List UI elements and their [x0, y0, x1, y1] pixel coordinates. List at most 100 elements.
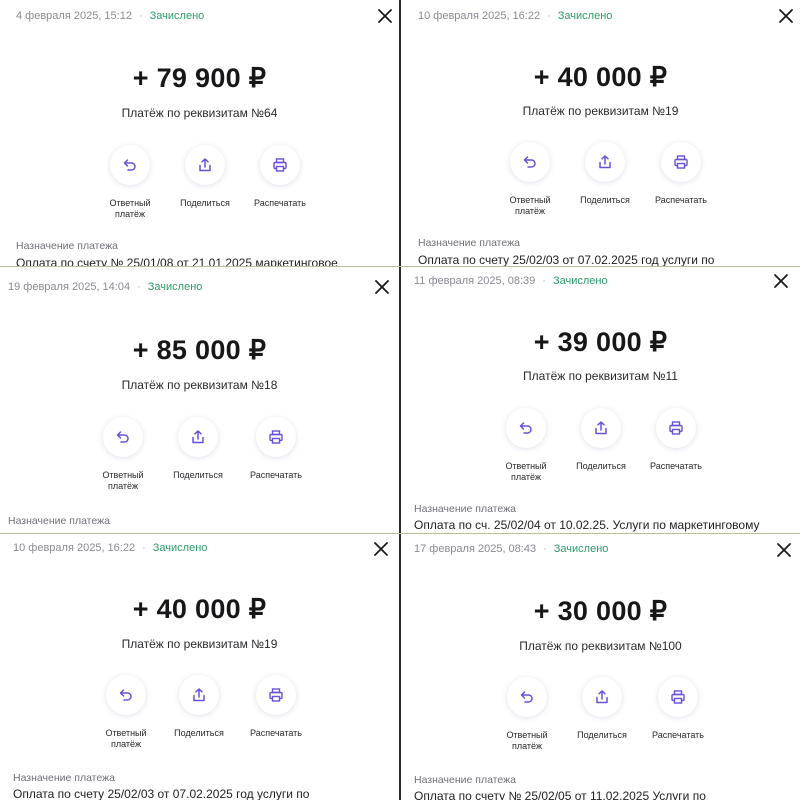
payment-subtitle: Платёж по реквизитам №18 [121, 378, 278, 392]
reply-payment-button[interactable]: Ответный платёж [495, 142, 565, 217]
purpose-label: Назначение платежа [414, 774, 516, 786]
share-icon [582, 677, 622, 717]
payment-subtitle: Платёж по реквизитам №64 [121, 106, 278, 120]
separator-dot: · [542, 275, 546, 287]
share-button-label: Поделиться [180, 198, 230, 208]
close-button[interactable] [775, 541, 793, 559]
purpose-text: Оплата по счету № 25/02/05 от 11.02.2025… [414, 789, 706, 800]
panel-divider-horizontal [0, 533, 800, 534]
separator-dot: · [547, 10, 551, 22]
share-button[interactable]: Поделиться [566, 408, 636, 472]
share-button[interactable]: Поделиться [567, 677, 637, 741]
reply-arrow-icon [110, 145, 150, 185]
reply-arrow-icon [506, 408, 546, 448]
print-button[interactable]: Распечатать [641, 408, 711, 472]
printer-icon [260, 145, 300, 185]
print-button-label: Распечатать [250, 728, 302, 738]
payment-card: 19 февраля 2025, 14:04 · Зачислено + 85 000… [0, 267, 399, 533]
purpose-text: Оплата по счету 25/02/03 от 07.02.2025 г… [418, 253, 715, 266]
printer-icon [658, 677, 698, 717]
share-button[interactable]: Поделиться [170, 145, 240, 209]
share-icon [179, 675, 219, 715]
status-badge: Зачислено [553, 543, 609, 555]
reply-arrow-icon [507, 677, 547, 717]
share-button-label: Поделиться [580, 195, 630, 205]
reply-payment-button-label: Ответный платёж [509, 195, 551, 216]
date-status-row: 19 февраля 2025, 14:04 · Зачислено [8, 281, 202, 293]
reply-payment-button[interactable]: Ответный платёж [492, 677, 562, 752]
payment-card: 17 февраля 2025, 08:43 · Зачислено + 30 000… [401, 534, 800, 800]
purpose-label: Назначение платежа [414, 503, 516, 515]
close-icon [772, 272, 790, 290]
reply-arrow-icon [510, 142, 550, 182]
payment-subtitle: Платёж по реквизитам №11 [523, 369, 678, 383]
share-icon [185, 145, 225, 185]
purpose-text: Оплата по счету № 25/01/08 от 21.01.2025… [16, 256, 338, 266]
close-button[interactable] [372, 540, 390, 558]
print-button-label: Распечатать [655, 195, 707, 205]
print-button[interactable]: Распечатать [646, 142, 716, 206]
print-button[interactable]: Распечатать [241, 417, 311, 481]
print-button[interactable]: Распечатать [643, 677, 713, 741]
reply-payment-button-label: Ответный платёж [102, 470, 144, 491]
separator-dot: · [543, 543, 547, 555]
status-badge: Зачислено [149, 10, 205, 22]
status-badge: Зачислено [552, 275, 608, 287]
share-icon [581, 408, 621, 448]
date-status-row: 11 февраля 2025, 08:39 · Зачислено [414, 275, 608, 287]
reply-payment-button[interactable]: Ответный платёж [91, 675, 161, 750]
payment-card: 10 февраля 2025, 16:22 · Зачислено + 40 000… [0, 534, 399, 800]
payment-date: 11 февраля 2025, 08:39 [414, 275, 536, 287]
payment-amount: + 40 000 ₽ [533, 62, 668, 92]
reply-payment-button[interactable]: Ответный платёж [491, 408, 561, 483]
date-status-row: 17 февраля 2025, 08:43 · Зачислено [414, 543, 608, 555]
close-button[interactable] [772, 272, 790, 290]
payment-date: 4 февраля 2025, 15:12 [16, 10, 132, 22]
share-button-label: Поделиться [576, 461, 626, 471]
printer-icon [256, 417, 296, 457]
status-badge: Зачислено [147, 281, 203, 293]
status-badge: Зачислено [152, 542, 208, 554]
status-badge: Зачислено [557, 10, 613, 22]
payment-card: 10 февраля 2025, 16:22 · Зачислено + 40 000… [401, 0, 800, 266]
close-icon [376, 7, 394, 25]
date-status-row: 10 февраля 2025, 16:22 · Зачислено [13, 542, 207, 554]
print-button-label: Распечатать [254, 198, 306, 208]
payment-card: 11 февраля 2025, 08:39 · Зачислено + 39 000… [401, 267, 800, 533]
payment-amount: + 79 900 ₽ [132, 63, 267, 93]
close-button[interactable] [376, 7, 394, 25]
reply-payment-button[interactable]: Ответный платёж [95, 145, 165, 220]
reply-payment-button-label: Ответный платёж [505, 461, 547, 482]
reply-payment-button[interactable]: Ответный платёж [88, 417, 158, 492]
purpose-text: Оплата по счету 25/02/03 от 07.02.2025 г… [13, 787, 310, 800]
date-status-row: 10 февраля 2025, 16:22 · Зачислено [418, 10, 612, 22]
share-icon [585, 142, 625, 182]
payment-amount: + 40 000 ₽ [132, 594, 267, 624]
purpose-text: Оплата по сч. 25/02/04 от 10.02.25. Услу… [414, 518, 760, 532]
share-button[interactable]: Поделиться [164, 675, 234, 739]
print-button[interactable]: Распечатать [245, 145, 315, 209]
payment-subtitle: Платёж по реквизитам №19 [121, 637, 278, 651]
share-button[interactable]: Поделиться [570, 142, 640, 206]
print-button[interactable]: Распечатать [241, 675, 311, 739]
close-button[interactable] [777, 7, 795, 25]
date-status-row: 4 февраля 2025, 15:12 · Зачислено [16, 10, 204, 22]
printer-icon [656, 408, 696, 448]
share-icon [178, 417, 218, 457]
payment-date: 19 февраля 2025, 14:04 [8, 281, 131, 293]
payment-amount: + 30 000 ₽ [533, 596, 668, 626]
close-icon [372, 540, 390, 558]
close-button[interactable] [373, 278, 391, 296]
separator-dot: · [138, 10, 143, 22]
share-button[interactable]: Поделиться [163, 417, 233, 481]
purpose-label: Назначение платежа [13, 772, 115, 784]
reply-payment-button-label: Ответный платёж [109, 198, 151, 219]
close-icon [777, 7, 795, 25]
separator-dot: · [142, 542, 146, 554]
purpose-label: Назначение платежа [8, 515, 110, 527]
payment-subtitle: Платёж по реквизитам №19 [522, 104, 679, 118]
payment-amount: + 85 000 ₽ [132, 335, 267, 365]
payment-amount: + 39 000 ₽ [533, 327, 668, 357]
reply-arrow-icon [106, 675, 146, 715]
payment-date: 17 февраля 2025, 08:43 [414, 543, 537, 555]
